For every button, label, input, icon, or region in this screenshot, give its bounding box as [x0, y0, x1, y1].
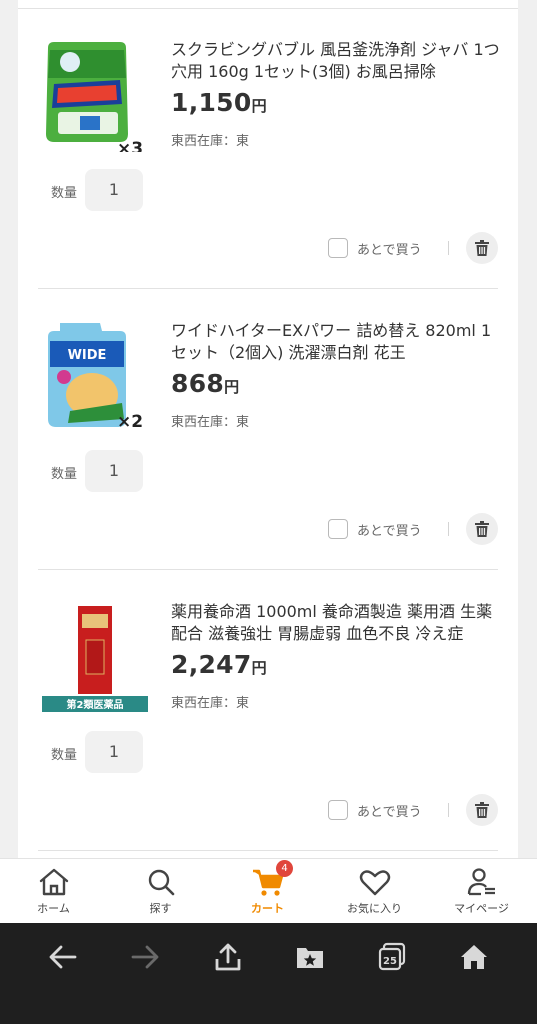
divider — [38, 850, 498, 851]
heart-icon — [359, 870, 390, 896]
quantity-label: 数量 — [51, 186, 78, 201]
trash-icon — [475, 240, 489, 256]
share-icon — [215, 943, 241, 971]
separator — [448, 522, 449, 536]
product-image[interactable]: ×3 — [40, 38, 150, 159]
forward-button[interactable] — [125, 937, 165, 977]
quantity-select[interactable]: 1 — [85, 731, 143, 773]
bottom-tab-bar: ホーム 探す 4 カート お気に入り マイページ — [0, 858, 537, 923]
trash-icon — [475, 521, 489, 537]
product-image[interactable]: WIDE ×2 — [40, 319, 150, 433]
cart-item: WIDE ×2 ワイドハイターEXパワー 詰め替え 820ml 1セット（2個入… — [18, 289, 518, 570]
home-icon — [39, 868, 68, 896]
browser-toolbar: 25 — [0, 923, 537, 1024]
browser-home-button[interactable] — [454, 937, 494, 977]
back-icon — [49, 945, 77, 969]
delete-button[interactable] — [466, 232, 498, 264]
stock-status: 東西在庫：東 — [171, 696, 250, 711]
buy-later-toggle[interactable]: あとで買う — [328, 800, 422, 820]
tab-label: カート — [251, 902, 284, 915]
forward-icon — [131, 945, 159, 969]
user-icon — [467, 868, 495, 896]
tabs-icon: 25 — [378, 942, 406, 971]
cart-page: ×3 スクラビングバブル 風呂釜洗浄剤 ジャバ 1つ穴用 160g 1セット(3… — [0, 0, 537, 858]
delete-button[interactable] — [466, 794, 498, 826]
pack-count: ×2 — [117, 412, 143, 432]
tab-home[interactable]: ホーム — [0, 859, 107, 923]
tabs-button[interactable]: 25 — [372, 937, 412, 977]
pack-count: ×3 — [117, 139, 143, 152]
tab-label: お気に入り — [347, 902, 402, 915]
bookmarks-icon — [297, 948, 323, 968]
tab-cart[interactable]: 4 カート — [214, 859, 321, 923]
stock-status: 東西在庫：東 — [171, 134, 250, 149]
stock-status: 東西在庫：東 — [171, 415, 250, 430]
tab-favorites[interactable]: お気に入り — [321, 859, 428, 923]
share-button[interactable] — [208, 937, 248, 977]
tab-search[interactable]: 探す — [107, 859, 214, 923]
tab-label: 探す — [149, 902, 172, 915]
quantity-select[interactable]: 1 — [85, 169, 143, 211]
product-image[interactable]: 第2類医薬品 — [40, 600, 150, 714]
trash-icon — [475, 802, 489, 818]
back-button[interactable] — [43, 937, 83, 977]
buy-later-label: あとで買う — [357, 242, 422, 258]
buy-later-toggle[interactable]: あとで買う — [328, 519, 422, 539]
product-price: 868円 — [171, 369, 240, 398]
separator — [448, 803, 449, 817]
cart-count-badge: 4 — [276, 860, 293, 877]
tab-label: ホーム — [37, 902, 70, 915]
svg-text:WIDE: WIDE — [68, 348, 107, 363]
quantity-label: 数量 — [51, 467, 78, 482]
drug-class-label: 第2類医薬品 — [67, 698, 124, 711]
buy-later-checkbox[interactable] — [328, 238, 348, 258]
search-icon — [148, 869, 174, 896]
tab-label: マイページ — [454, 902, 509, 915]
delete-button[interactable] — [466, 513, 498, 545]
buy-later-checkbox[interactable] — [328, 519, 348, 539]
bookmarks-button[interactable] — [290, 937, 330, 977]
product-price: 2,247円 — [171, 650, 267, 679]
buy-later-checkbox[interactable] — [328, 800, 348, 820]
quantity-select[interactable]: 1 — [85, 450, 143, 492]
buy-later-toggle[interactable]: あとで買う — [328, 238, 422, 258]
buy-later-label: あとで買う — [357, 804, 422, 820]
product-title[interactable]: 薬用養命酒 1000ml 養命酒製造 薬用酒 生薬配合 滋養強壮 胃腸虚弱 血色… — [171, 601, 501, 645]
cart-item: 第2類医薬品 薬用養命酒 1000ml 養命酒製造 薬用酒 生薬配合 滋養強壮 … — [18, 570, 518, 851]
product-title[interactable]: スクラビングバブル 風呂釜洗浄剤 ジャバ 1つ穴用 160g 1セット(3個) … — [171, 39, 501, 83]
quantity-label: 数量 — [51, 748, 78, 763]
product-price: 1,150円 — [171, 88, 267, 117]
buy-later-label: あとで買う — [357, 523, 422, 539]
tab-count: 25 — [383, 956, 397, 967]
product-title[interactable]: ワイドハイターEXパワー 詰め替え 820ml 1セット（2個入) 洗濯漂白剤 … — [171, 320, 501, 364]
separator — [448, 241, 449, 255]
cart-list: ×3 スクラビングバブル 風呂釜洗浄剤 ジャバ 1つ穴用 160g 1セット(3… — [18, 0, 518, 858]
tab-mypage[interactable]: マイページ — [428, 859, 535, 923]
home-icon — [461, 945, 487, 969]
cart-item: ×3 スクラビングバブル 風呂釜洗浄剤 ジャバ 1つ穴用 160g 1セット(3… — [18, 8, 518, 289]
